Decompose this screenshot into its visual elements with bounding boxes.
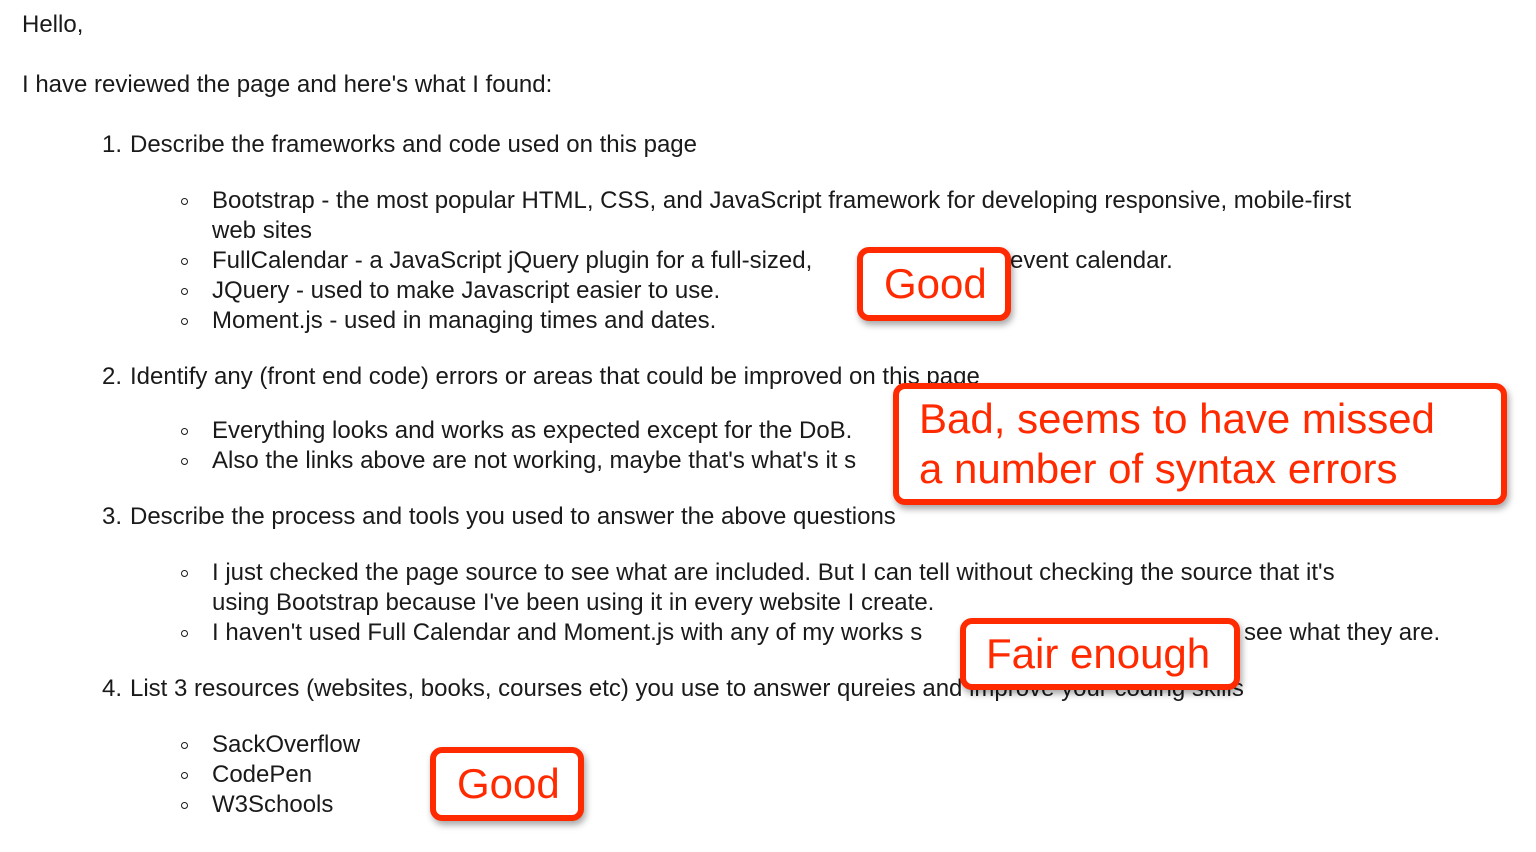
annotation-good-1-label: Good <box>884 260 987 307</box>
section-1-heading: Describe the frameworks and code used on… <box>130 131 697 158</box>
list-item: Also the links above are not working, ma… <box>212 447 857 474</box>
annotation-fair-label: Fair enough <box>986 630 1211 677</box>
greeting: Hello, <box>22 11 84 38</box>
list-item: CodePen <box>212 761 313 788</box>
annotation-good-2: Good <box>430 747 584 821</box>
list-item: I haven't used Full Calendar and Moment.… <box>212 619 923 646</box>
email-body: { "email": { "greeting": "Hello,", "intr… <box>0 0 1536 852</box>
annotation-good-1: Good <box>857 247 1011 321</box>
bullet-icon <box>181 258 188 265</box>
bullet-icon <box>181 772 188 779</box>
bullet-icon <box>181 802 188 809</box>
list-item-continuation: web sites <box>212 217 313 244</box>
section-1-number: 1. <box>102 131 123 158</box>
bullet-icon <box>181 570 188 577</box>
list-item: SackOverflow <box>212 731 361 758</box>
bullet-icon <box>181 288 188 295</box>
list-item: I just checked the page source to see wh… <box>212 559 1335 586</box>
list-item: Bootstrap - the most popular HTML, CSS, … <box>212 187 1352 214</box>
list-item: FullCalendar - a JavaScript jQuery plugi… <box>212 247 813 274</box>
section-2-number: 2. <box>102 363 123 390</box>
intro-text: I have reviewed the page and here's what… <box>22 71 553 98</box>
list-item-tail: see what they are. <box>1244 619 1441 646</box>
section-3-number: 3. <box>102 503 123 530</box>
section-2-heading: Identify any (front end code) errors or … <box>130 363 980 390</box>
bullet-icon <box>181 198 188 205</box>
annotation-good-2-label: Good <box>457 760 560 807</box>
annotation-bad-line-1: Bad, seems to have missed <box>919 395 1435 442</box>
annotation-fair: Fair enough <box>960 618 1240 690</box>
list-item: Everything looks and works as expected e… <box>212 417 853 444</box>
list-item-continuation: using Bootstrap because I've been using … <box>212 589 935 616</box>
list-item: W3Schools <box>212 791 334 818</box>
list-item: Moment.js - used in managing times and d… <box>212 307 717 334</box>
list-item-tail: event calendar. <box>1010 247 1173 274</box>
list-item: JQuery - used to make Javascript easier … <box>212 277 721 304</box>
bullet-icon <box>181 630 188 637</box>
annotation-bad-line-2: a number of syntax errors <box>919 445 1398 492</box>
section-3-heading: Describe the process and tools you used … <box>130 503 896 530</box>
bullet-icon <box>181 428 188 435</box>
bullet-icon <box>181 458 188 465</box>
bullet-icon <box>181 318 188 325</box>
annotation-bad: Bad, seems to have missed a number of sy… <box>893 383 1507 505</box>
bullet-icon <box>181 742 188 749</box>
section-4-number: 4. <box>102 675 123 702</box>
